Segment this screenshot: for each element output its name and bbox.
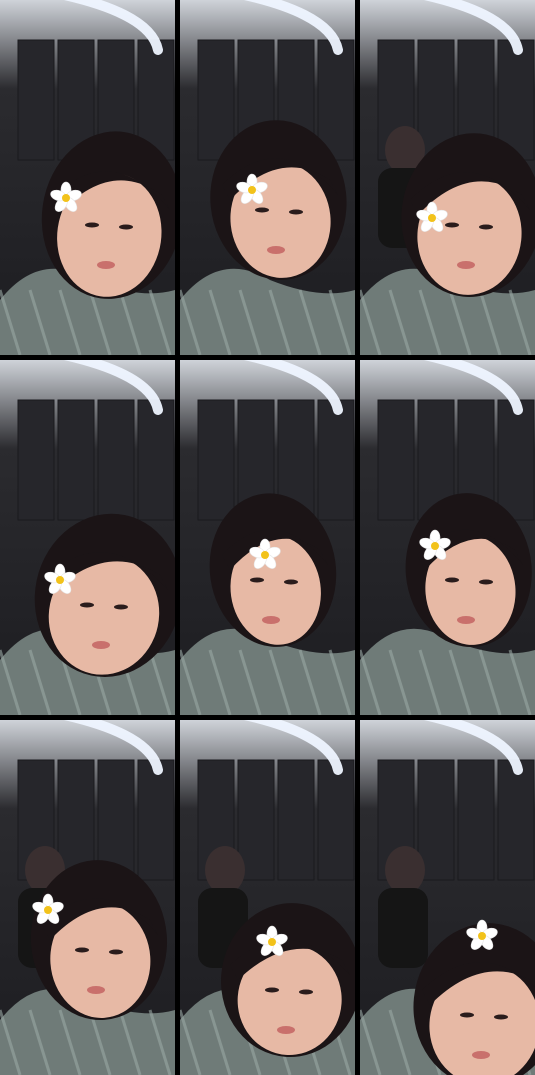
photo-scene [0,720,175,1075]
wall-panel [457,759,495,881]
lips [457,616,475,624]
photo-tile-r1c3 [360,0,535,355]
wall-panel [317,399,355,521]
right-eye [284,579,298,585]
right-eye [299,989,313,995]
photo-scene [180,720,355,1075]
right-eye [109,949,123,955]
wall-panel [497,399,535,521]
lips [97,261,115,269]
photo-scene [0,360,175,715]
photo-tile-r2c2 [180,360,355,715]
left-eye [265,987,279,993]
second-person-head [205,846,245,894]
wall-panel [17,399,55,521]
lips [87,986,105,994]
photo-scene [360,360,535,715]
left-eye [445,222,459,228]
lips [262,616,280,624]
lips [472,1051,490,1059]
second-person-head [385,846,425,894]
photo-tile-r1c1 [0,0,175,355]
photo-scene [360,720,535,1075]
right-eye [494,1014,508,1020]
photo-scene [180,360,355,715]
left-eye [460,1012,474,1018]
right-eye [289,209,303,215]
wall-panel [197,39,235,161]
left-eye [445,577,459,583]
wall-panel [137,759,175,881]
wall-panel [137,399,175,521]
wall-panel [377,399,415,521]
wall-panel [277,759,315,881]
lips [277,1026,295,1034]
right-eye [114,604,128,610]
left-eye [255,207,269,213]
left-eye [85,222,99,228]
photo-tile-r3c3 [360,720,535,1075]
left-eye [80,602,94,608]
wall-panel [197,399,235,521]
photo-scene [360,0,535,355]
photo-tile-r2c1 [0,360,175,715]
left-eye [250,577,264,583]
wall-panel [317,759,355,881]
right-eye [479,579,493,585]
left-eye [75,947,89,953]
right-eye [479,224,493,230]
photo-tile-r3c2 [180,720,355,1075]
lips [267,246,285,254]
lips [457,261,475,269]
photo-scene [0,0,175,355]
lips [92,641,110,649]
photo-scene [180,0,355,355]
second-person-body [378,888,428,968]
wall-panel [57,399,95,521]
photo-tile-r3c1 [0,720,175,1075]
wall-panel [17,39,55,161]
wall-panel [97,399,135,521]
photo-grid [0,0,535,1075]
right-eye [119,224,133,230]
photo-tile-r1c2 [180,0,355,355]
photo-tile-r2c3 [360,360,535,715]
wall-panel [497,759,535,881]
